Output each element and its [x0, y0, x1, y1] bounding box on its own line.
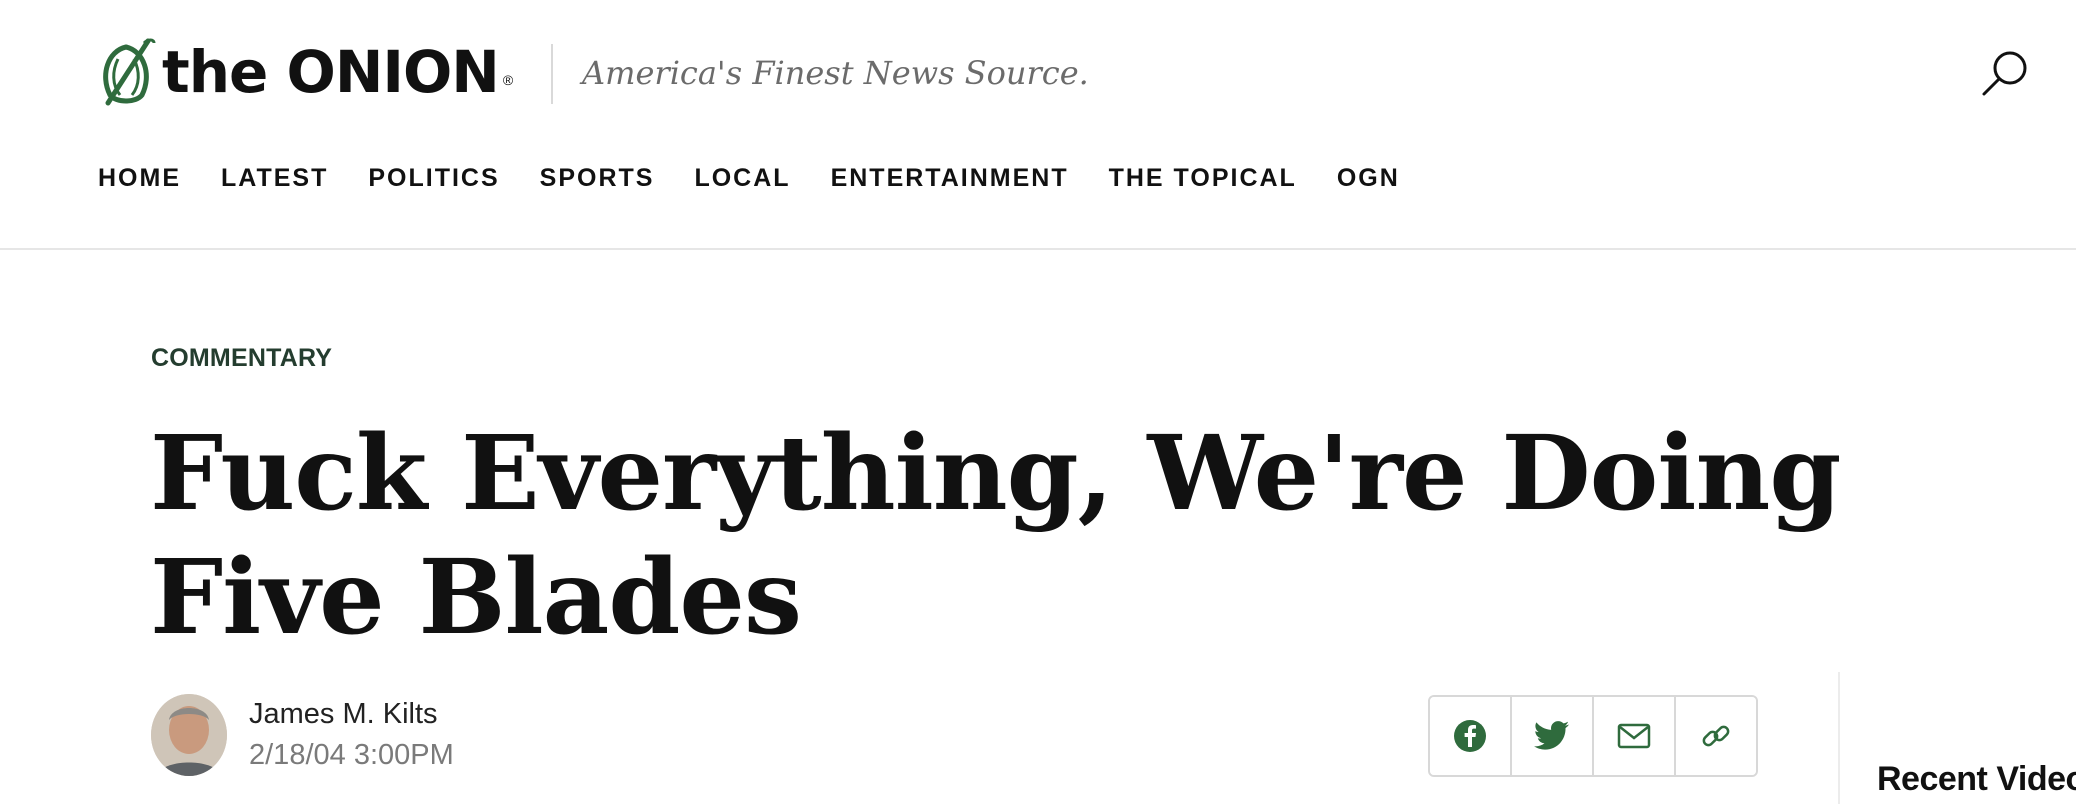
- facebook-icon: [1454, 720, 1486, 752]
- byline: James M. Kilts 2/18/04 3:00PM: [151, 694, 454, 776]
- share-email-button[interactable]: [1594, 697, 1676, 775]
- author-info: James M. Kilts 2/18/04 3:00PM: [249, 698, 454, 772]
- site-header: the ONION ® America's Finest News Source…: [0, 0, 2076, 250]
- article-headline: Fuck Everything, We're Doing Five Blades: [150, 413, 1841, 658]
- share-facebook-button[interactable]: [1430, 697, 1512, 775]
- logo-wordmark: the ONION: [162, 38, 500, 106]
- logo-registered-mark: ®: [502, 72, 514, 88]
- nav-item-the-topical[interactable]: THE TOPICAL: [1109, 164, 1297, 193]
- author-name[interactable]: James M. Kilts: [249, 698, 454, 731]
- twitter-icon: [1534, 721, 1569, 750]
- section-label[interactable]: COMMENTARY: [151, 344, 332, 373]
- email-icon: [1617, 723, 1651, 749]
- header-divider: [551, 44, 553, 104]
- copy-link-button[interactable]: [1676, 697, 1756, 775]
- nav-item-politics[interactable]: POLITICS: [368, 164, 499, 193]
- main-nav: HOME LATEST POLITICS SPORTS LOCAL ENTERT…: [98, 164, 1440, 193]
- search-icon: [1982, 51, 2027, 96]
- nav-item-latest[interactable]: LATEST: [221, 164, 328, 193]
- share-twitter-button[interactable]: [1512, 697, 1594, 775]
- site-tagline: America's Finest News Source.: [582, 54, 1089, 92]
- nav-item-sports[interactable]: SPORTS: [540, 164, 655, 193]
- nav-item-local[interactable]: LOCAL: [694, 164, 790, 193]
- site-logo[interactable]: the ONION ®: [96, 36, 513, 108]
- link-icon: [1702, 725, 1730, 747]
- nav-item-entertainment[interactable]: ENTERTAINMENT: [831, 164, 1069, 193]
- recent-video-heading: Recent Video: [1877, 760, 2076, 798]
- nav-item-home[interactable]: HOME: [98, 164, 181, 193]
- search-button[interactable]: [1980, 48, 2030, 98]
- avatar-image: [151, 694, 227, 776]
- publish-date: 2/18/04 3:00PM: [249, 739, 454, 771]
- nav-item-ogn[interactable]: OGN: [1337, 164, 1400, 193]
- sidebar-divider: [1838, 672, 1840, 804]
- share-bar: [1428, 695, 1758, 777]
- author-avatar[interactable]: [151, 694, 227, 776]
- onion-logo-icon: [103, 38, 156, 106]
